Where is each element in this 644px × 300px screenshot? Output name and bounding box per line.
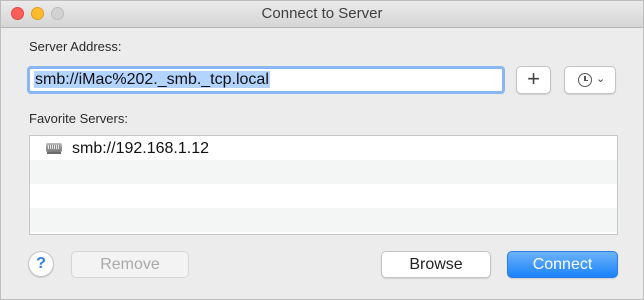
- recent-servers-button[interactable]: ⌄: [564, 66, 616, 94]
- help-button[interactable]: ?: [28, 251, 54, 277]
- server-address-input[interactable]: smb://iMac%202._smb._tcp.local: [27, 66, 505, 94]
- title-bar: Connect to Server: [1, 1, 643, 28]
- clock-icon: [578, 73, 592, 87]
- window-title: Connect to Server: [261, 5, 383, 22]
- list-item[interactable]: smb://192.168.1.12: [30, 136, 617, 160]
- empty-list-row: [30, 160, 617, 184]
- add-favorite-button[interactable]: +: [516, 66, 551, 94]
- favorite-servers-list[interactable]: smb://192.168.1.12: [29, 135, 618, 235]
- empty-list-row: [30, 208, 617, 232]
- server-address-label: Server Address:: [29, 39, 122, 54]
- server-address-value: smb://iMac%202._smb._tcp.local: [34, 71, 270, 88]
- connect-to-server-window: Connect to Server Server Address: smb://…: [0, 0, 644, 300]
- favorite-servers-label: Favorite Servers:: [29, 111, 128, 126]
- browse-button[interactable]: Browse: [381, 251, 491, 278]
- remove-button[interactable]: Remove: [71, 251, 189, 278]
- chevron-down-icon: ⌄: [596, 73, 606, 85]
- connect-button[interactable]: Connect: [507, 251, 618, 278]
- empty-list-row: [30, 184, 617, 208]
- favorite-server-address: smb://192.168.1.12: [72, 140, 209, 157]
- network-drive-icon: [46, 143, 62, 154]
